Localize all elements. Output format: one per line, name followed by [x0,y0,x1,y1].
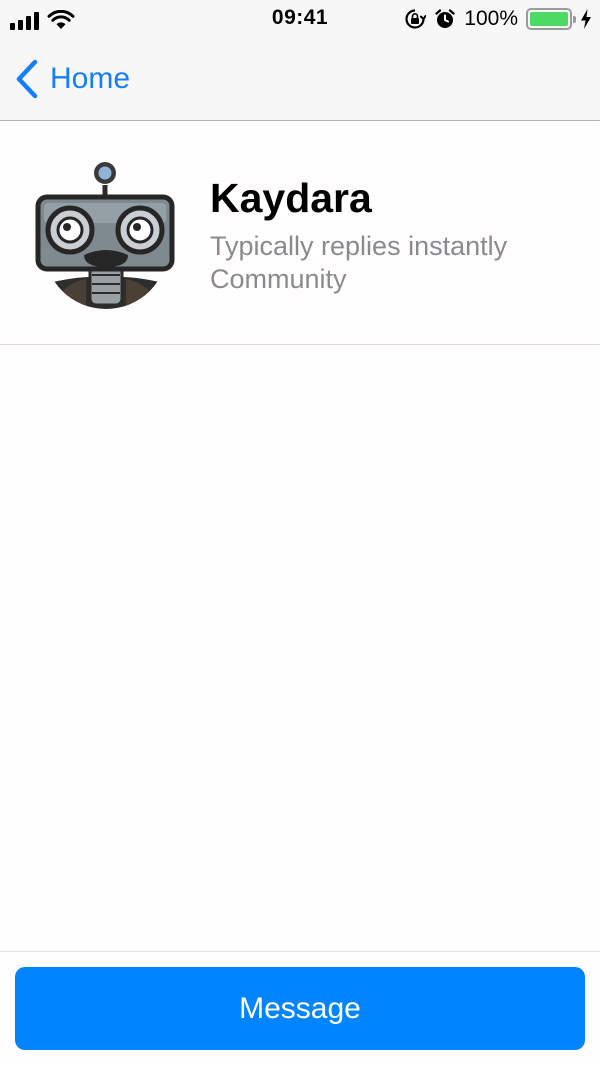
back-button[interactable]: Home [14,56,130,102]
battery-cap [573,16,576,23]
profile-header: Kaydara Typically replies instantly Comm… [0,121,600,345]
profile-name: Kaydara [210,175,372,221]
robot-avatar [35,162,175,309]
reply-time-text: Typically replies instantly [210,231,508,261]
team-name-text: Community [210,264,347,294]
charging-bolt-icon [581,9,591,29]
battery-icon [526,8,576,30]
navigation-bar: Home [0,40,600,121]
bottom-divider [0,951,600,952]
orientation-lock-icon [405,9,427,29]
message-button[interactable]: Message [15,967,585,1050]
status-bar-right: 100% [404,7,592,31]
status-bar: 09:41 100% [0,0,600,40]
screen: 09:41 100% Home Kaydara Typically replie… [0,0,600,1065]
battery-percent: 100% [464,7,518,30]
back-button-label: Home [50,62,131,95]
alarm-icon [435,9,455,28]
chevron-left-icon [16,59,38,99]
battery-fill [530,12,568,26]
